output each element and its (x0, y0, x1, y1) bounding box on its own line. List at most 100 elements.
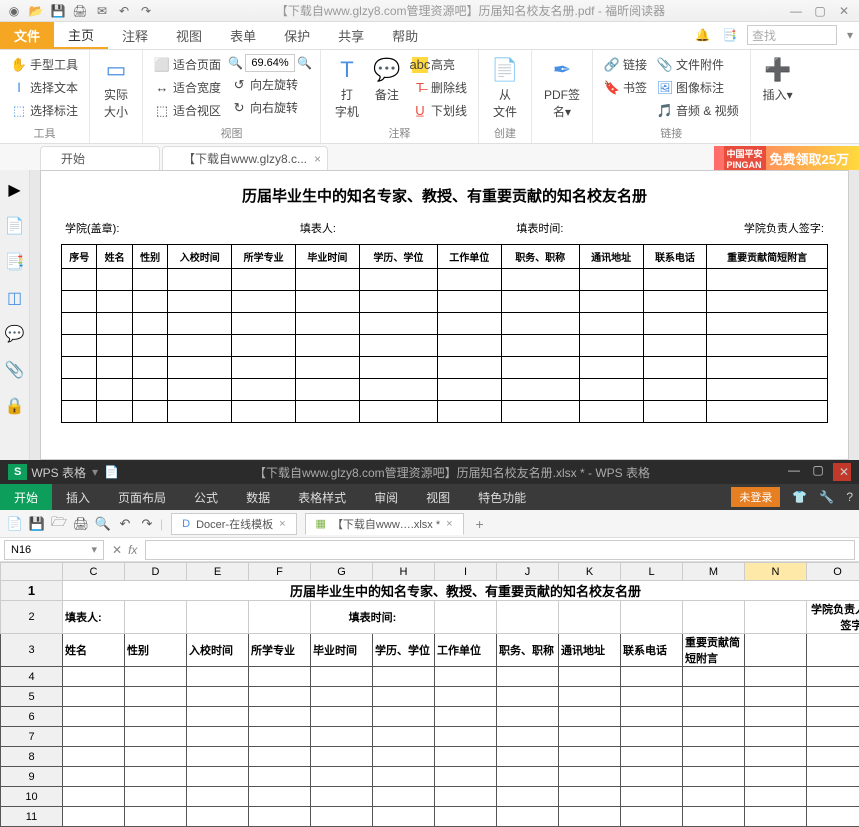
col-header[interactable]: J (497, 563, 559, 581)
tools-icon[interactable]: 🔧 (813, 490, 840, 504)
redo-icon[interactable]: ↷ (138, 515, 156, 533)
row-header[interactable]: 3 (1, 634, 63, 667)
maximize-icon[interactable]: ▢ (809, 463, 827, 481)
wps-menu-insert[interactable]: 插入 (52, 484, 104, 510)
search-dropdown-icon[interactable]: ▾ (841, 22, 859, 49)
open-icon[interactable]: 🗁 (50, 515, 68, 533)
maximize-icon[interactable]: ▢ (811, 4, 829, 18)
wps-menu-formula[interactable]: 公式 (180, 484, 232, 510)
cell[interactable]: 学历、学位 (373, 634, 435, 667)
cell[interactable]: 学院负责人签字: (807, 601, 859, 634)
undo-icon[interactable]: ↶ (116, 515, 134, 533)
highlight-button[interactable]: abc高亮 (409, 54, 470, 75)
cell[interactable]: 所学专业 (249, 634, 311, 667)
minimize-icon[interactable]: — (785, 463, 803, 481)
sign-button[interactable]: ✒PDF签 名▾ (540, 54, 584, 122)
zoomout-icon[interactable]: 🔍 (228, 56, 243, 70)
row-header[interactable]: 4 (1, 667, 63, 687)
underline-button[interactable]: U̲下划线 (409, 100, 470, 121)
close-icon[interactable]: × (314, 152, 321, 166)
col-header[interactable]: G (311, 563, 373, 581)
preview-icon[interactable]: 🔍 (94, 515, 112, 533)
open-icon[interactable]: 📂 (28, 3, 44, 19)
save-icon[interactable]: 💾 (50, 3, 66, 19)
row-header[interactable]: 1 (1, 581, 63, 601)
search-input[interactable]: 查找 (747, 25, 837, 45)
menu-file[interactable]: 文件 (0, 22, 54, 49)
lock-icon[interactable]: 🔒 (5, 396, 25, 416)
typewriter-button[interactable]: T打 字机 (329, 54, 365, 122)
pages-icon[interactable]: 📄 (5, 216, 25, 236)
cell[interactable]: 工作单位 (435, 634, 497, 667)
doctab-start[interactable]: 开始 (40, 146, 160, 170)
wps-menu-layout[interactable]: 页面布局 (104, 484, 180, 510)
cell[interactable]: 姓名 (63, 634, 125, 667)
wps-menu-view[interactable]: 视图 (412, 484, 464, 510)
print-icon[interactable]: 🖨 (72, 3, 88, 19)
menu-share[interactable]: 共享 (324, 22, 378, 49)
cell[interactable] (807, 634, 859, 667)
login-badge[interactable]: 未登录 (731, 487, 780, 507)
doctab-document[interactable]: 【下载自www.glzy8.c...× (162, 146, 328, 170)
actual-size-button[interactable]: ▭实际 大小 (98, 54, 134, 122)
col-header[interactable]: D (125, 563, 187, 581)
col-header[interactable]: O (807, 563, 859, 581)
fit-page[interactable]: ⬜适合页面 (151, 54, 224, 75)
minimize-icon[interactable]: — (787, 4, 805, 18)
col-header[interactable]: N (745, 563, 807, 581)
wps-doctab-docer[interactable]: DDocer-在线模板× (171, 513, 296, 535)
close-icon[interactable]: ✕ (835, 4, 853, 18)
sheet-title[interactable]: 历届毕业生中的知名专家、教授、有重要贡献的知名校友名册 (63, 581, 859, 601)
print-icon[interactable]: 🖨 (72, 515, 90, 533)
menu-help[interactable]: 帮助 (378, 22, 432, 49)
comments-icon[interactable]: 💬 (5, 324, 25, 344)
col-header[interactable]: I (435, 563, 497, 581)
zoomin-icon[interactable]: 🔍 (297, 56, 312, 70)
layers-icon[interactable]: 📑 (5, 252, 25, 272)
cell[interactable]: 重要贡献简短附言 (683, 634, 745, 667)
close-icon[interactable]: × (446, 518, 452, 530)
col-header[interactable]: K (559, 563, 621, 581)
col-header[interactable]: F (249, 563, 311, 581)
fx-icon[interactable]: fx (128, 543, 137, 557)
fit-view[interactable]: ⬚适合视区 (151, 100, 224, 121)
cell[interactable] (745, 634, 807, 667)
insert-button[interactable]: ➕插入▾ (759, 54, 797, 105)
menu-annot[interactable]: 注释 (108, 22, 162, 49)
select-all-corner[interactable] (1, 563, 63, 581)
newtab-button[interactable]: + (468, 516, 492, 532)
cell[interactable]: 入校时间 (187, 634, 249, 667)
save-icon[interactable]: 💾 (28, 515, 46, 533)
hand-tool[interactable]: ✋手型工具 (8, 54, 81, 75)
notify-icon[interactable]: 🔔 (689, 22, 716, 49)
row-header[interactable]: 10 (1, 787, 63, 807)
wps-menu-review[interactable]: 审阅 (360, 484, 412, 510)
row-header[interactable]: 6 (1, 707, 63, 727)
row-header[interactable]: 11 (1, 807, 63, 827)
wps-grid[interactable]: CDEFGHIJKLMNO 1历届毕业生中的知名专家、教授、有重要贡献的知名校友… (0, 562, 859, 827)
convert-icon[interactable]: 📑 (716, 22, 743, 49)
dropdown-icon[interactable]: ▾ (86, 465, 104, 479)
expand-icon[interactable]: ▶ (8, 180, 20, 200)
wps-doctab-xlsx[interactable]: ▦【下载自www….xlsx *× (305, 513, 464, 535)
imgannot-button[interactable]: 🖼图像标注 (654, 77, 742, 98)
col-header[interactable]: H (373, 563, 435, 581)
col-header[interactable]: L (621, 563, 683, 581)
select-text-tool[interactable]: Ⅰ选择文本 (8, 77, 81, 98)
fit-width[interactable]: ↔适合宽度 (151, 77, 224, 98)
undo-icon[interactable]: ↶ (116, 3, 132, 19)
strike-button[interactable]: T̶删除线 (409, 77, 470, 98)
select-annot-tool[interactable]: ⬚选择标注 (8, 100, 81, 121)
bookmark-button[interactable]: 🔖书签 (601, 77, 650, 98)
skin-icon[interactable]: 👕 (786, 490, 813, 504)
new-icon[interactable]: 📄 (6, 515, 24, 533)
col-header[interactable]: M (683, 563, 745, 581)
cell[interactable]: 联系电话 (621, 634, 683, 667)
link-button[interactable]: 🔗链接 (601, 54, 650, 75)
row-header[interactable]: 9 (1, 767, 63, 787)
name-box[interactable]: N16▾ (4, 540, 104, 560)
redo-icon[interactable]: ↷ (138, 3, 154, 19)
row-header[interactable]: 5 (1, 687, 63, 707)
promo-banner[interactable]: 中国平安PINGAN免费领取25万 (714, 146, 859, 170)
email-icon[interactable]: ✉ (94, 3, 110, 19)
